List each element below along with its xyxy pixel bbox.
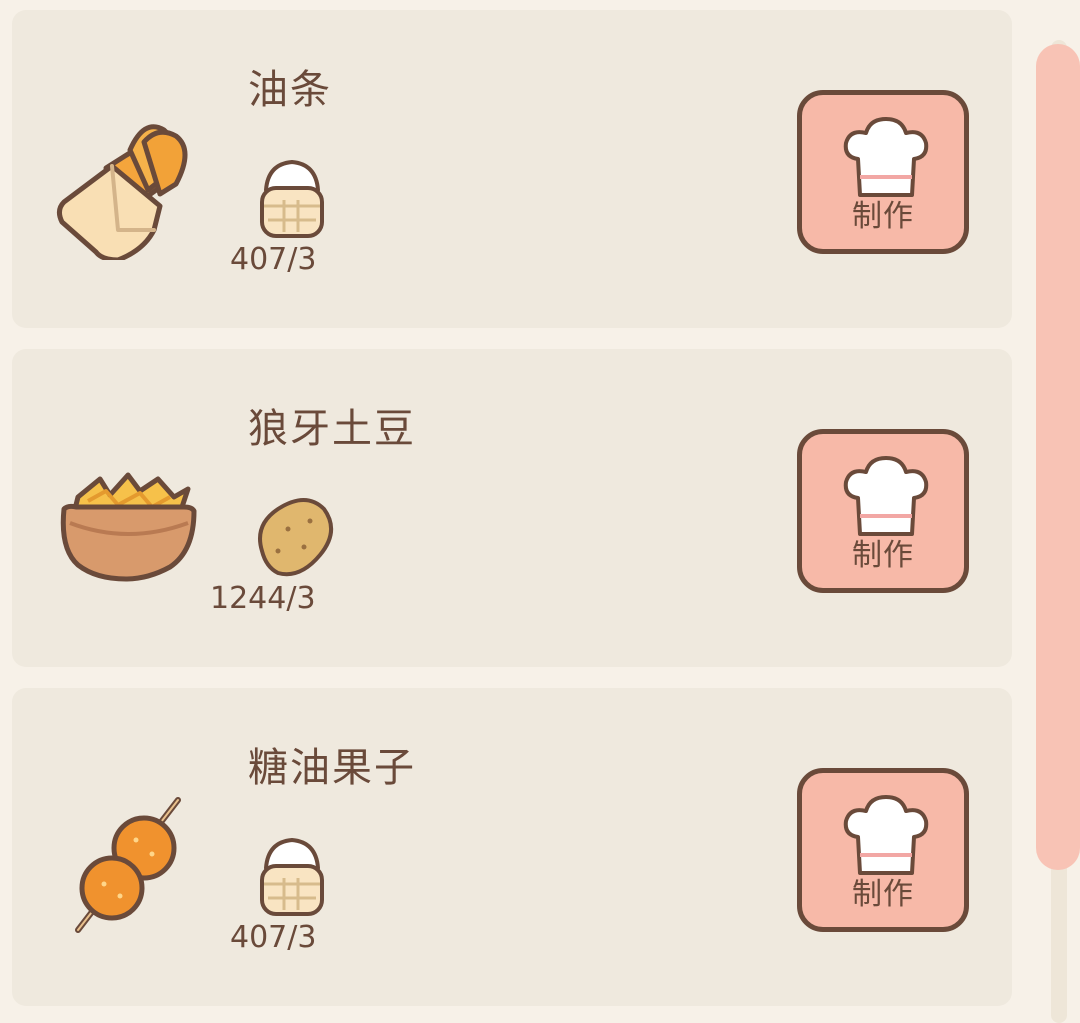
chef-hat-icon — [843, 456, 929, 536]
youtiao-icon — [56, 124, 188, 260]
recipe-card: 狼牙土豆 1244/3 制作 — [12, 349, 1012, 667]
make-button-label: 制作 — [852, 538, 914, 573]
make-button[interactable]: 制作 — [797, 768, 969, 932]
recipe-card: 糖油果子 407/3 制作 — [12, 688, 1012, 1006]
make-button-label: 制作 — [852, 877, 914, 912]
flour-basket-icon — [260, 160, 324, 238]
make-button[interactable]: 制作 — [797, 90, 969, 254]
chef-hat-icon — [843, 795, 929, 875]
ingredient-count: 407/3 — [230, 920, 317, 955]
chef-hat-icon — [843, 117, 929, 197]
sugar-fried-ball-skewer-icon — [75, 797, 181, 933]
flour-basket-icon — [260, 838, 324, 916]
ingredient-count: 407/3 — [230, 242, 317, 277]
make-button[interactable]: 制作 — [797, 429, 969, 593]
ingredient-count: 1244/3 — [210, 581, 316, 616]
recipe-name: 油条 — [248, 67, 332, 113]
crinkle-potato-icon — [60, 472, 197, 582]
recipe-card: 油条 407/3 制作 — [12, 10, 1012, 328]
recipe-name: 糖油果子 — [248, 745, 416, 791]
scrollbar-thumb[interactable] — [1036, 44, 1080, 870]
recipe-list: 油条 407/3 制作 狼牙土豆 1244/3 制作 糖油果子 407/3 制作 — [0, 0, 1080, 1023]
recipe-name: 狼牙土豆 — [248, 406, 416, 452]
potato-icon — [258, 498, 333, 577]
make-button-label: 制作 — [852, 199, 914, 234]
